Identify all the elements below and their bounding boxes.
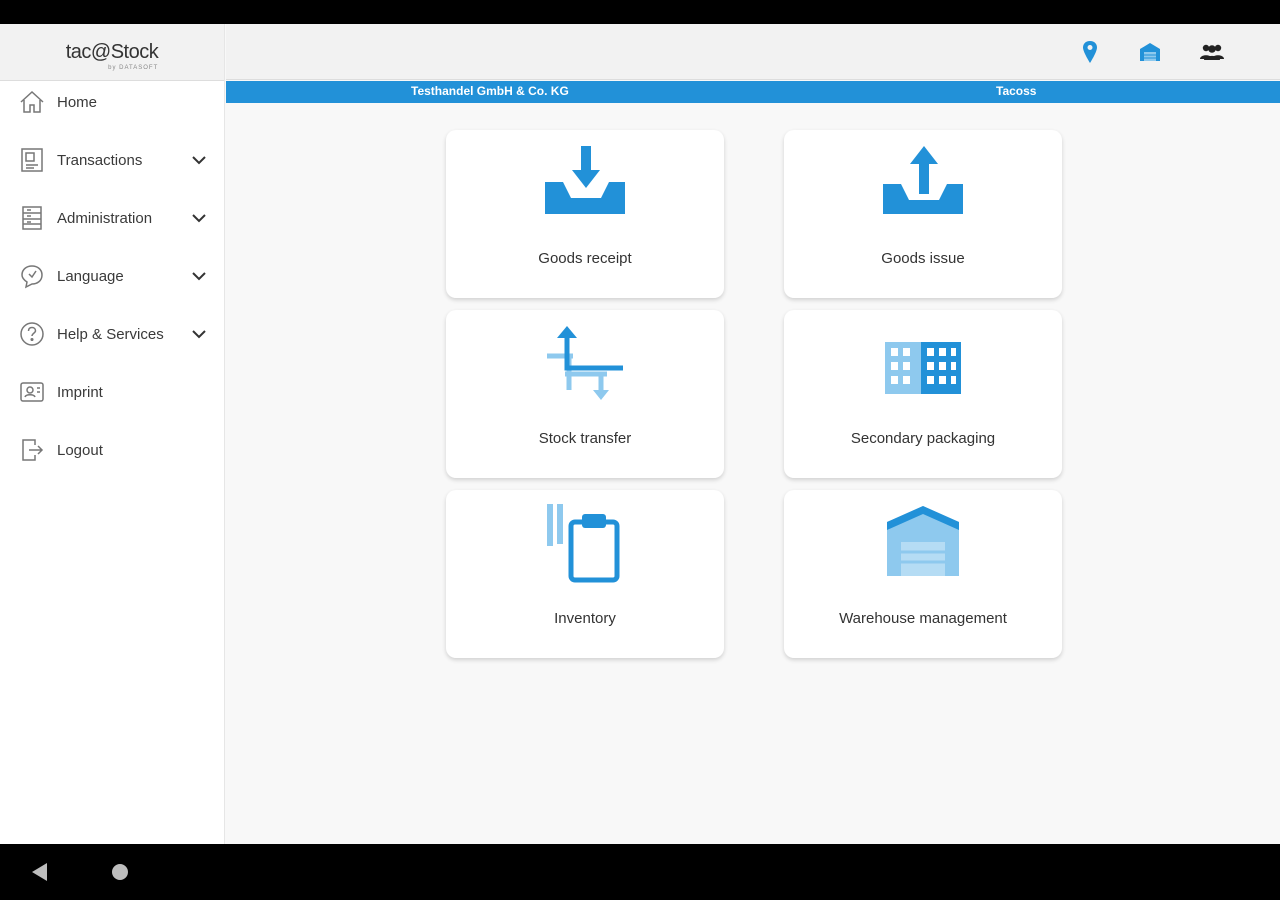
goods-receipt-icon [545, 146, 625, 214]
company-name: Testhandel GmbH & Co. KG [411, 84, 569, 98]
sidebar-item-home[interactable]: Home [0, 73, 224, 131]
home-circle-icon[interactable] [112, 864, 128, 880]
tile-label: Inventory [554, 610, 616, 627]
chevron-down-icon[interactable] [190, 151, 208, 169]
system-nav-bar [0, 844, 1280, 900]
language-icon [18, 262, 46, 290]
sidebar-item-label: Transactions [57, 151, 143, 169]
sidebar-item-label: Home [57, 93, 98, 111]
tile-stock-transfer[interactable]: Stock transfer [446, 310, 724, 478]
chevron-down-icon[interactable] [190, 325, 208, 343]
status-bar [0, 0, 1280, 24]
tile-label: Warehouse management [839, 610, 1007, 627]
chevron-down-icon[interactable] [190, 267, 208, 285]
transactions-icon [18, 146, 46, 174]
stock-transfer-icon [547, 326, 623, 400]
warehouse-management-icon [887, 506, 959, 576]
sidebar: tac@Stock by DATASOFT Home Transactions [0, 24, 225, 844]
goods-issue-icon [883, 146, 963, 214]
location-pin-icon[interactable] [1076, 38, 1104, 66]
tile-inventory[interactable]: Inventory [446, 490, 724, 658]
logo-subtitle: by DATASOFT [108, 64, 159, 71]
app-window: tac@Stock by DATASOFT Home Transactions [0, 24, 1280, 844]
tile-label: Goods issue [881, 250, 965, 267]
back-icon[interactable] [32, 863, 47, 881]
secondary-packaging-icon [885, 342, 961, 394]
sidebar-item-administration[interactable]: Administration [0, 189, 224, 247]
sidebar-item-label: Help & Services [57, 325, 164, 343]
help-icon [18, 320, 46, 348]
tile-goods-receipt[interactable]: Goods receipt [446, 130, 724, 298]
sidebar-item-label: Language [57, 267, 124, 285]
user-name: Tacoss [996, 84, 1037, 98]
tile-label: Stock transfer [538, 430, 632, 447]
sidebar-item-imprint[interactable]: Imprint [0, 363, 224, 421]
app-logo: tac@Stock by DATASOFT [65, 40, 159, 71]
tile-secondary-packaging[interactable]: Secondary packaging [784, 310, 1062, 478]
top-bar [226, 24, 1280, 80]
inventory-icon [547, 504, 620, 583]
context-info-bar: Testhandel GmbH & Co. KG Tacoss [226, 81, 1280, 103]
home-icon [18, 88, 46, 116]
logo-text: tac@Stock [65, 40, 159, 63]
logout-icon [18, 436, 46, 464]
sidebar-item-transactions[interactable]: Transactions [0, 131, 224, 189]
imprint-icon [18, 378, 46, 406]
sidebar-item-label: Logout [57, 441, 103, 459]
tile-warehouse-management[interactable]: Warehouse management [784, 490, 1062, 658]
users-icon[interactable] [1198, 38, 1226, 66]
sidebar-item-label: Administration [57, 209, 153, 227]
sidebar-item-logout[interactable]: Logout [0, 421, 224, 479]
tile-label: Goods receipt [538, 250, 632, 267]
sidebar-menu: Home Transactions Administration Languag… [0, 73, 224, 479]
warehouse-icon[interactable] [1136, 38, 1164, 66]
sidebar-item-language[interactable]: Language [0, 247, 224, 305]
sidebar-item-help-services[interactable]: Help & Services [0, 305, 224, 363]
administration-icon [18, 204, 46, 232]
tile-goods-issue[interactable]: Goods issue [784, 130, 1062, 298]
tile-label: Secondary packaging [850, 430, 996, 447]
sidebar-item-label: Imprint [57, 383, 103, 401]
chevron-down-icon[interactable] [190, 209, 208, 227]
